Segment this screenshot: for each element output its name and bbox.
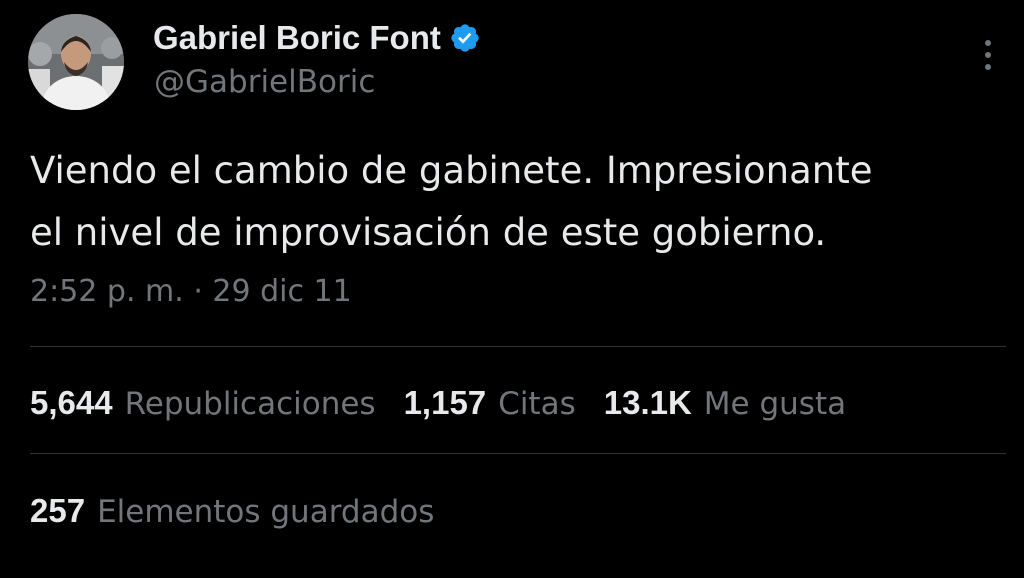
quotes-stat[interactable]: 1,157 Citas bbox=[404, 384, 576, 422]
likes-count: 13.1K bbox=[603, 384, 692, 421]
retweets-count: 5,644 bbox=[30, 384, 113, 421]
profile-photo bbox=[28, 14, 124, 110]
bookmarks-stat[interactable]: 257 Elementos guardados bbox=[30, 492, 434, 530]
verified-badge-icon[interactable] bbox=[449, 22, 481, 54]
tweet-text-line: Viendo el cambio de gabinete. Impresiona… bbox=[30, 149, 873, 192]
divider bbox=[30, 346, 1006, 347]
likes-label: Me gusta bbox=[703, 386, 847, 422]
bookmarks-label: Elementos guardados bbox=[97, 494, 435, 530]
tweet-date[interactable]: 29 dic 11 bbox=[212, 274, 351, 309]
tweet-text: Viendo el cambio de gabinete. Impresiona… bbox=[30, 140, 1000, 264]
tweet-timestamp: 2:52 p. m. · 29 dic 11 bbox=[30, 274, 352, 309]
retweets-label: Republicaciones bbox=[124, 386, 376, 422]
retweets-stat[interactable]: 5,644 Republicaciones bbox=[30, 384, 376, 422]
tweet-time[interactable]: 2:52 p. m. bbox=[30, 274, 184, 309]
likes-stat[interactable]: 13.1K Me gusta bbox=[604, 384, 846, 422]
bookmarks-count: 257 bbox=[30, 492, 86, 529]
quotes-label: Citas bbox=[498, 386, 576, 422]
avatar[interactable] bbox=[28, 14, 124, 110]
bookmark-stats: 257 Elementos guardados bbox=[30, 489, 462, 533]
display-name[interactable]: Gabriel Boric Font bbox=[153, 19, 441, 57]
divider bbox=[30, 453, 1006, 454]
username-handle[interactable]: @GabrielBoric bbox=[154, 64, 375, 100]
quotes-count: 1,157 bbox=[403, 384, 487, 421]
meta-separator: · bbox=[193, 274, 203, 309]
more-vertical-icon[interactable] bbox=[970, 34, 1006, 76]
engagement-stats: 5,644 Republicaciones 1,157 Citas 13.1K … bbox=[30, 381, 874, 425]
author-name-row: Gabriel Boric Font bbox=[153, 16, 481, 60]
tweet-detail: Gabriel Boric Font @GabrielBoric Viendo … bbox=[0, 0, 1024, 578]
tweet-text-line: el nivel de improvisación de este gobier… bbox=[30, 211, 827, 254]
